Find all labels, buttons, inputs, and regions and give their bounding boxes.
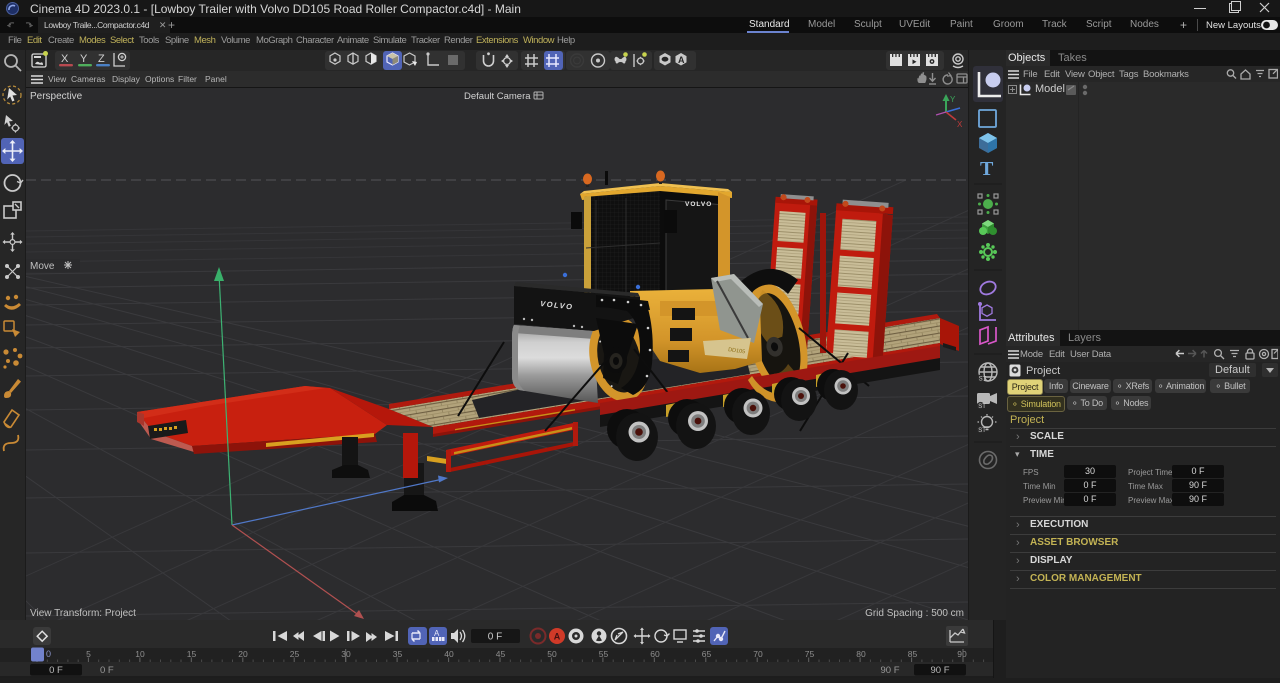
svg-text:0 F: 0 F	[100, 665, 114, 676]
svg-text:X: X	[61, 53, 69, 65]
svg-text:ST: ST	[979, 376, 987, 382]
svg-text:A: A	[678, 55, 685, 65]
svg-text:80: 80	[856, 649, 866, 659]
svg-text:ST: ST	[978, 404, 986, 410]
svg-text:View Transform: Project: View Transform: Project	[30, 608, 136, 619]
svg-text:70: 70	[753, 649, 763, 659]
svg-text:35: 35	[393, 649, 403, 659]
svg-text:40: 40	[444, 649, 454, 659]
svg-text:Grid Spacing : 500 cm: Grid Spacing : 500 cm	[865, 608, 964, 619]
svg-text:45: 45	[496, 649, 506, 659]
svg-text:90 F: 90 F	[880, 665, 899, 676]
svg-text:Y: Y	[950, 95, 956, 104]
svg-text:A: A	[554, 632, 561, 642]
svg-text:0 F: 0 F	[49, 665, 63, 676]
svg-text:Default Camera: Default Camera	[464, 91, 531, 102]
svg-text:ST: ST	[978, 428, 986, 434]
svg-text:75: 75	[805, 649, 815, 659]
svg-text:Perspective: Perspective	[30, 91, 83, 102]
svg-text:50: 50	[547, 649, 557, 659]
svg-text:A: A	[434, 629, 440, 638]
svg-text:Z: Z	[98, 53, 105, 65]
svg-text:X: X	[957, 120, 963, 129]
svg-text:60: 60	[650, 649, 660, 659]
svg-text:90 F: 90 F	[930, 665, 949, 676]
svg-text:90: 90	[957, 649, 967, 659]
svg-text:55: 55	[599, 649, 609, 659]
svg-text:VOLVO: VOLVO	[685, 201, 712, 208]
svg-text:T: T	[980, 158, 994, 180]
svg-text:65: 65	[702, 649, 712, 659]
svg-text:0 F: 0 F	[488, 632, 502, 643]
svg-text:Move: Move	[30, 261, 55, 272]
svg-text:85: 85	[908, 649, 918, 659]
svg-text:Y: Y	[80, 53, 88, 65]
svg-text:0: 0	[46, 649, 51, 659]
